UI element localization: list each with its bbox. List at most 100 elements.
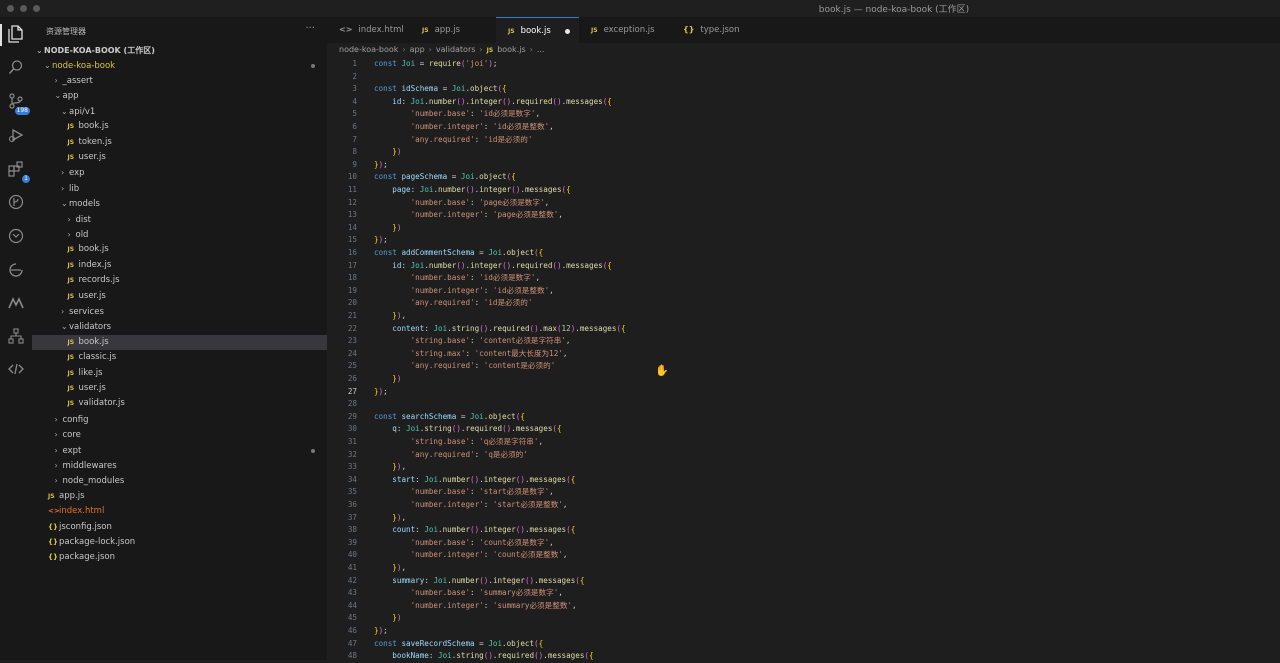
tree-item[interactable]: › exp — [32, 165, 327, 180]
code-line[interactable]: 45 }) — [327, 612, 1227, 625]
code-line[interactable]: 16 const addCommentSchema = Joi.object({ — [327, 247, 1227, 260]
code-line[interactable]: 32 'any.required': 'q是必须的' — [327, 449, 1227, 462]
tree-item[interactable]: {}package-lock.json — [32, 535, 327, 550]
gitlens-icon[interactable] — [6, 295, 26, 315]
timeline-icon[interactable] — [6, 262, 26, 282]
extensions-icon[interactable]: 1 — [6, 161, 30, 183]
tab-type-json[interactable]: {} type.json — [671, 17, 761, 43]
tab-book-js[interactable]: JS book.js — [496, 17, 579, 43]
tree-item[interactable]: JS book.js — [32, 119, 327, 134]
code-line[interactable]: 27}); — [327, 386, 1227, 399]
tree-item[interactable]: JS user.js — [32, 381, 327, 396]
code-line[interactable]: 12 'number.base': 'page必须是数字', — [327, 197, 1227, 210]
tree-item[interactable]: {}jsconfig.json — [32, 520, 327, 535]
tree-item[interactable]: › config — [32, 412, 327, 427]
code-line[interactable]: 9}); — [327, 159, 1227, 172]
tree-item[interactable]: › dist — [32, 212, 327, 227]
tab-exception-js[interactable]: JS exception.js — [579, 17, 671, 43]
code-icon[interactable] — [6, 361, 26, 381]
code-line[interactable]: 11 page: Joi.number().integer().messages… — [327, 184, 1227, 197]
code-line[interactable]: 25 'any.required': 'content是必须的' — [327, 360, 1227, 373]
code-line[interactable]: 42 summary: Joi.number().integer().messa… — [327, 575, 1227, 588]
search-icon[interactable] — [6, 59, 26, 79]
code-line[interactable]: 5 'number.base': 'id必须是数字', — [327, 108, 1227, 121]
code-line[interactable]: 8 }) — [327, 146, 1227, 159]
code-line[interactable]: 7 'any.required': 'id是必须的' — [327, 134, 1227, 147]
source-control-icon[interactable]: 198 — [6, 93, 30, 115]
tree-item[interactable]: JS validator.js — [32, 396, 327, 411]
code-line[interactable]: 40 'number.integer': 'count必须是整数', — [327, 549, 1227, 562]
sidebar-more-button[interactable]: ··· — [305, 23, 315, 34]
tree-item[interactable]: JS book.js — [32, 242, 327, 257]
tree-item[interactable]: <>index.html — [32, 504, 327, 519]
code-line[interactable]: 47 const saveRecordSchema = Joi.object({ — [327, 638, 1227, 651]
tree-item[interactable]: › node_modules — [32, 473, 327, 488]
tree-item[interactable]: JS records.js — [32, 273, 327, 288]
code-line[interactable]: 20 'any.required': 'id是必须的' — [327, 297, 1227, 310]
tree-item[interactable]: ⌄api/v1 — [32, 104, 327, 119]
code-line[interactable]: 23 'string.base': 'content必须是字符串', — [327, 335, 1227, 348]
tab-index-html[interactable]: <> index.html — [327, 17, 410, 43]
code-line[interactable]: 21 }), — [327, 310, 1227, 323]
tree-item[interactable]: › expt — [32, 443, 327, 458]
tree-item[interactable]: JS classic.js — [32, 350, 327, 365]
code-line[interactable]: 10 const pageSchema = Joi.object({ — [327, 171, 1227, 184]
code-line[interactable]: 22 content: Joi.string().required().max(… — [327, 323, 1227, 336]
code-line[interactable]: 24 'string.max': 'content最大长度为12', — [327, 348, 1227, 361]
breadcrumb-item[interactable]: app — [410, 45, 425, 54]
code-line[interactable]: 48 bookName: Joi.string().required().mes… — [327, 650, 1227, 663]
tree-item[interactable]: ⌄validators — [32, 319, 327, 334]
code-line[interactable]: 31 'string.base': 'q必须是字符串', — [327, 436, 1227, 449]
code-line[interactable]: 4 id: Joi.number().integer().required().… — [327, 96, 1227, 109]
code-line[interactable]: 17 id: Joi.number().integer().required()… — [327, 260, 1227, 273]
code-line[interactable]: 35 'number.base': 'start必须是数字', — [327, 486, 1227, 499]
code-line[interactable]: 46}); — [327, 625, 1227, 638]
explorer-icon[interactable] — [6, 25, 26, 45]
code-line[interactable]: 1 const Joi = require('joi'); — [327, 58, 1227, 71]
code-line[interactable]: 28 — [327, 398, 1227, 411]
run-debug-icon[interactable] — [6, 127, 26, 147]
tree-item-node-koa-book[interactable]: ⌄node-koa-book — [32, 58, 327, 73]
breadcrumb-item[interactable]: node-koa-book — [339, 45, 398, 54]
tree-item[interactable]: › lib — [32, 181, 327, 196]
tree-item[interactable]: ⌄app — [32, 88, 327, 103]
tree-item[interactable]: › services — [32, 304, 327, 319]
code-line[interactable]: 29 const searchSchema = Joi.object({ — [327, 411, 1227, 424]
tree-item[interactable]: JS book.js — [32, 334, 327, 350]
code-line[interactable]: 33 }), — [327, 461, 1227, 474]
tree-item[interactable]: › _assert — [32, 73, 327, 88]
tree-item[interactable]: JS user.js — [32, 150, 327, 165]
tree-item[interactable]: JS like.js — [32, 366, 327, 381]
accounts-tree-icon[interactable] — [6, 328, 26, 348]
code-line[interactable]: 2 — [327, 71, 1227, 84]
code-line[interactable]: 19 'number.integer': 'id必须是整数', — [327, 285, 1227, 298]
code-line[interactable]: 38 count: Joi.number().integer().message… — [327, 524, 1227, 537]
code-line[interactable]: 3 const idSchema = Joi.object({ — [327, 83, 1227, 96]
unsaved-dot-icon[interactable] — [565, 29, 570, 34]
tree-item[interactable]: {}package.json — [32, 550, 327, 565]
code-line[interactable]: 36 'number.integer': 'start必须是整数', — [327, 499, 1227, 512]
tree-item[interactable]: › middlewares — [32, 458, 327, 473]
breadcrumb-item[interactable]: ... — [537, 45, 545, 54]
code-line[interactable]: 39 'number.base': 'count必须是数字', — [327, 537, 1227, 550]
tree-item[interactable]: ⌄models — [32, 196, 327, 211]
code-line[interactable]: 37 }), — [327, 512, 1227, 525]
breadcrumb-item[interactable]: book.js — [497, 45, 525, 54]
tree-item[interactable]: › core — [32, 427, 327, 442]
code-line[interactable]: 43 'number.base': 'summary必须是数字', — [327, 587, 1227, 600]
code-editor[interactable]: 1 const Joi = require('joi'); 2 3 const idSc… — [327, 57, 1280, 660]
code-line[interactable]: 26 }) — [327, 373, 1227, 386]
tree-item[interactable]: JS token.js — [32, 135, 327, 150]
tree-item[interactable]: JS user.js — [32, 289, 327, 304]
code-line[interactable]: 30 q: Joi.string().required().messages({ — [327, 423, 1227, 436]
code-line[interactable]: 44 'number.integer': 'summary必须是整数', — [327, 600, 1227, 613]
breadcrumb-item[interactable]: validators — [436, 45, 476, 54]
tab-app-js[interactable]: JS app.js — [410, 17, 496, 43]
remote-explorer-icon[interactable] — [6, 228, 26, 248]
git-graph-icon[interactable] — [6, 194, 26, 214]
code-line[interactable]: 18 'number.base': 'id必须是数字', — [327, 272, 1227, 285]
tree-item[interactable]: › old — [32, 227, 327, 242]
tree-item[interactable]: JS app.js — [32, 489, 327, 504]
tree-item[interactable]: JS index.js — [32, 258, 327, 273]
workspace-root[interactable]: ⌄NODE-KOA-BOOK (工作区) — [36, 45, 155, 56]
